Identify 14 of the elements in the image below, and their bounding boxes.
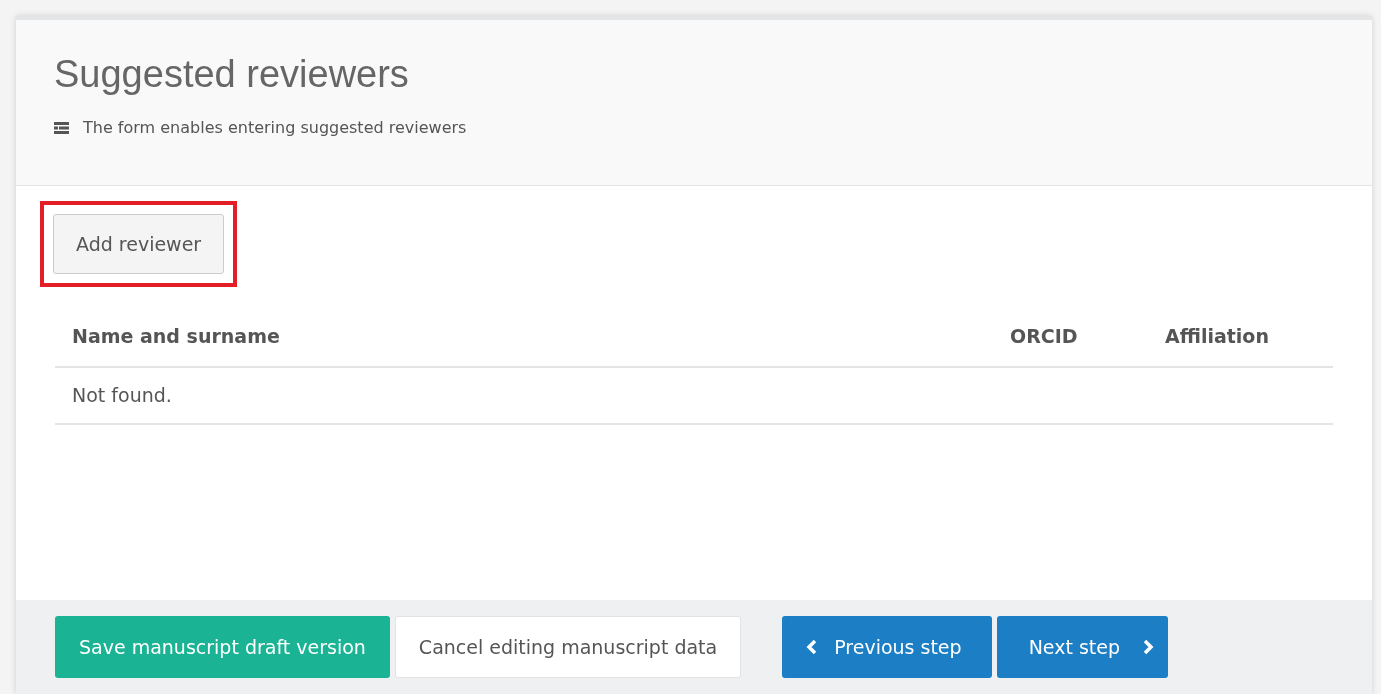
previous-step-button[interactable]: Previous step <box>782 616 992 678</box>
column-header: Affiliation <box>1148 307 1333 367</box>
list-icon <box>54 122 69 134</box>
chevron-right-icon <box>1142 639 1155 655</box>
add-reviewer-button[interactable]: Add reviewer <box>53 214 225 274</box>
column-header: ORCID <box>993 307 1148 367</box>
column-header: Name and surname <box>55 307 993 367</box>
form-description: The form enables entering suggested reviewers <box>83 117 467 139</box>
empty-message: Not found. <box>55 367 1333 424</box>
page-title: Suggested reviewers <box>54 52 410 97</box>
save-draft-button[interactable]: Save manuscript draft version <box>55 616 390 678</box>
chevron-left-icon <box>806 639 819 655</box>
next-step-button[interactable]: Next step <box>996 616 1169 678</box>
cancel-button[interactable]: Cancel editing manuscript data <box>394 616 742 678</box>
